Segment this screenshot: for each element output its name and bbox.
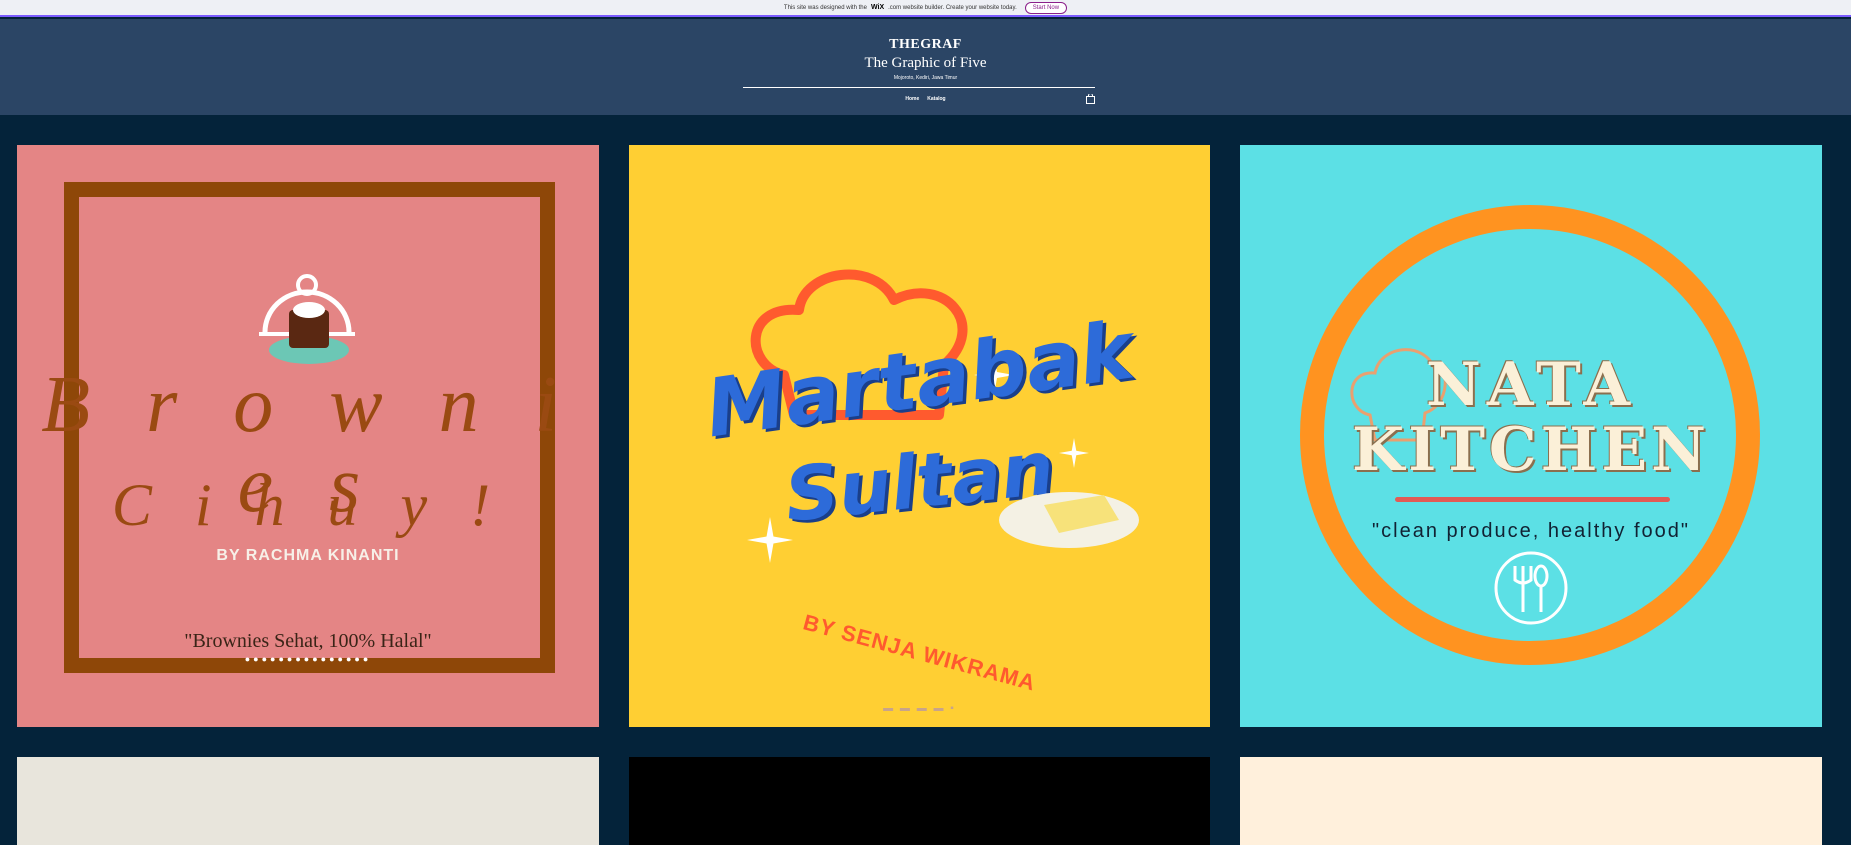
site-subtitle: The Graphic of Five xyxy=(864,55,987,71)
gallery-item-4[interactable] xyxy=(17,757,599,845)
shopping-bag-icon[interactable] xyxy=(1086,94,1095,104)
decorative-dots: ●●●●●●●●●●●●●●● xyxy=(244,654,372,664)
nav-item-katalog[interactable]: Katalog xyxy=(927,96,945,102)
butter-icon xyxy=(999,492,1139,548)
brownies-author: BY RACHMA KINANTI xyxy=(216,547,400,564)
nav-item-home[interactable]: Home xyxy=(905,96,919,102)
cloche-icon xyxy=(259,274,355,364)
nata-title2: KITCHEN xyxy=(1352,415,1710,485)
site-header: THEGRAF The Graphic of Five Mojoroto, Ke… xyxy=(0,19,1851,115)
nata-tagline: "clean produce, healthy food" xyxy=(1372,520,1690,542)
site-title[interactable]: THEGRAF xyxy=(0,37,1851,53)
decorative-dashes: ▬ ▬ ▬ ▬ ▪ xyxy=(883,703,956,714)
wix-banner-text-after: .com website builder. Create your websit… xyxy=(888,4,1017,11)
nata-title: NATA xyxy=(1425,350,1637,420)
gallery-item-martabak[interactable]: Martabak Sultan BY SENJA WIKRAMA ▬ ▬ ▬ ▬… xyxy=(629,145,1210,727)
start-now-button[interactable]: Start Now xyxy=(1024,1,1068,14)
gallery-item-5[interactable] xyxy=(629,757,1210,845)
wix-banner-text: This site was designed with the xyxy=(783,4,867,11)
brownies-tagline: "Brownies Sehat, 100% Halal" xyxy=(184,630,432,652)
wix-banner: This site was designed with the WiX .com… xyxy=(0,0,1851,17)
fork-spoon-icon xyxy=(1494,551,1568,625)
gallery-item-nata-kitchen[interactable]: NATA KITCHEN "clean produce, healthy foo… xyxy=(1240,145,1822,727)
header-divider xyxy=(743,87,1095,88)
wix-logo[interactable]: WiX xyxy=(871,4,884,11)
accent-bar xyxy=(1395,497,1670,502)
brownies-title2: C i h u y ! xyxy=(111,472,505,538)
gallery-item-6[interactable] xyxy=(1240,757,1822,845)
site-location: Mojoroto, Kediri, Jawa Timur xyxy=(893,75,958,81)
main-nav: Home Katalog xyxy=(0,96,1851,102)
gallery-item-brownies[interactable]: B r o w n i e s C i h u y ! BY RACHMA KI… xyxy=(17,145,599,727)
